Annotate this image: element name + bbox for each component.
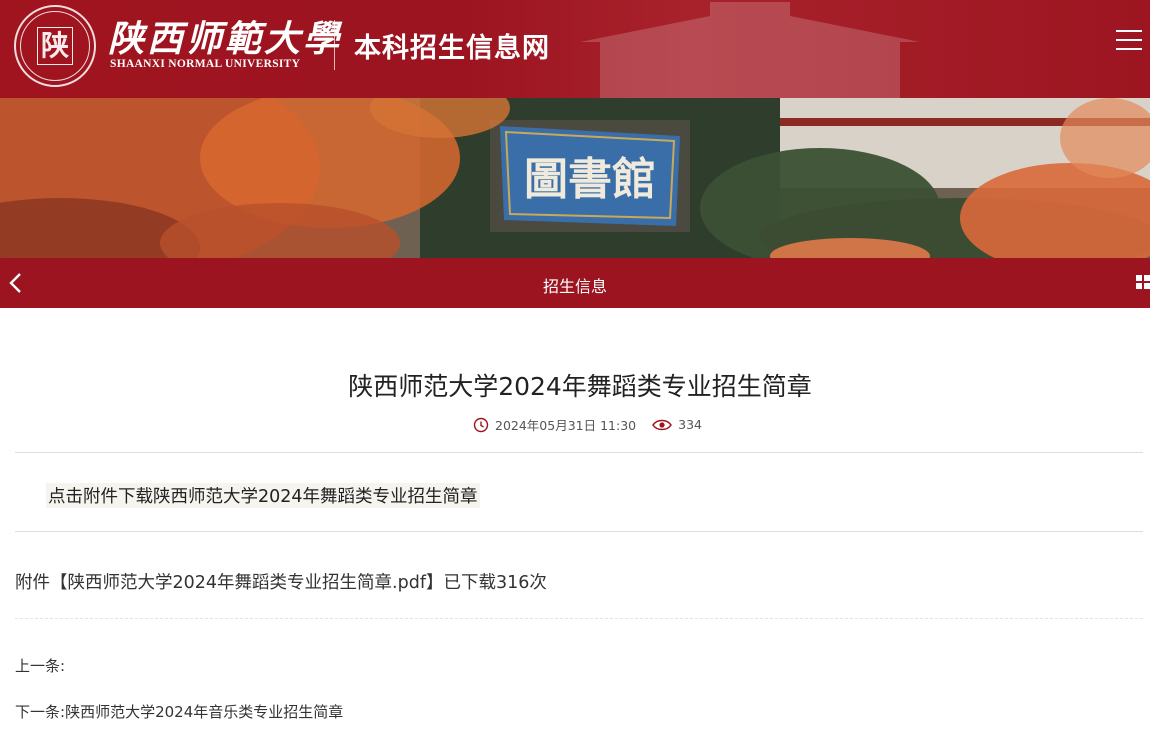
seal-character: 陕: [36, 27, 73, 65]
clock-icon: [473, 417, 489, 432]
next-article: 下一条:陕西师范大学2024年音乐类专业招生简章: [15, 701, 343, 722]
library-sign-text: 圖書館: [524, 154, 656, 205]
article-body-text: 点击附件下载陕西师范大学2024年舞蹈类专业招生简章: [46, 483, 480, 508]
university-name-english: SHAANXI NORMAL UNIVERSITY: [110, 58, 301, 70]
section-title: 招生信息: [542, 277, 607, 296]
divider: [15, 452, 1143, 453]
hero-banner: 圖書館: [0, 98, 1150, 258]
attachment-link[interactable]: 陕西师范大学2024年舞蹈类专业招生简章.pdf: [68, 573, 426, 593]
section-navbar: 招生信息: [0, 258, 1150, 308]
attachment-line: 附件【陕西师范大学2024年舞蹈类专业招生简章.pdf】已下载316次: [15, 569, 547, 594]
banner-illustration: 圖書館: [0, 98, 1150, 258]
attachment-prefix: 附件【: [15, 573, 68, 593]
article-meta: 2024年05月31日 11:30 334: [473, 415, 702, 434]
university-seal-logo[interactable]: 陕: [14, 5, 96, 87]
publish-date: 2024年05月31日 11:30: [495, 418, 637, 433]
attachment-download-count: 】已下载316次: [425, 573, 547, 593]
hamburger-menu-icon[interactable]: [1116, 30, 1142, 52]
eye-icon: [652, 419, 673, 430]
site-title: 本科招生信息网: [354, 33, 550, 64]
previous-label: 上一条:: [15, 657, 66, 675]
view-count: 334: [678, 417, 702, 432]
grid-icon[interactable]: [1136, 274, 1150, 292]
dashed-divider: [15, 618, 1143, 619]
divider: [15, 531, 1143, 532]
next-label: 下一条:: [15, 703, 66, 721]
site-header: 陕 陕西师範大學 SHAANXI NORMAL UNIVERSITY 本科招生信…: [0, 0, 1150, 98]
header-divider: [334, 20, 335, 70]
header-building-watermark: [580, 2, 920, 98]
university-name-chinese: 陕西师範大學: [108, 18, 343, 60]
previous-article: 上一条:: [15, 655, 65, 676]
article-title: 陕西师范大学2024年舞蹈类专业招生简章: [348, 372, 812, 401]
next-article-link[interactable]: 陕西师范大学2024年音乐类专业招生简章: [65, 703, 343, 721]
